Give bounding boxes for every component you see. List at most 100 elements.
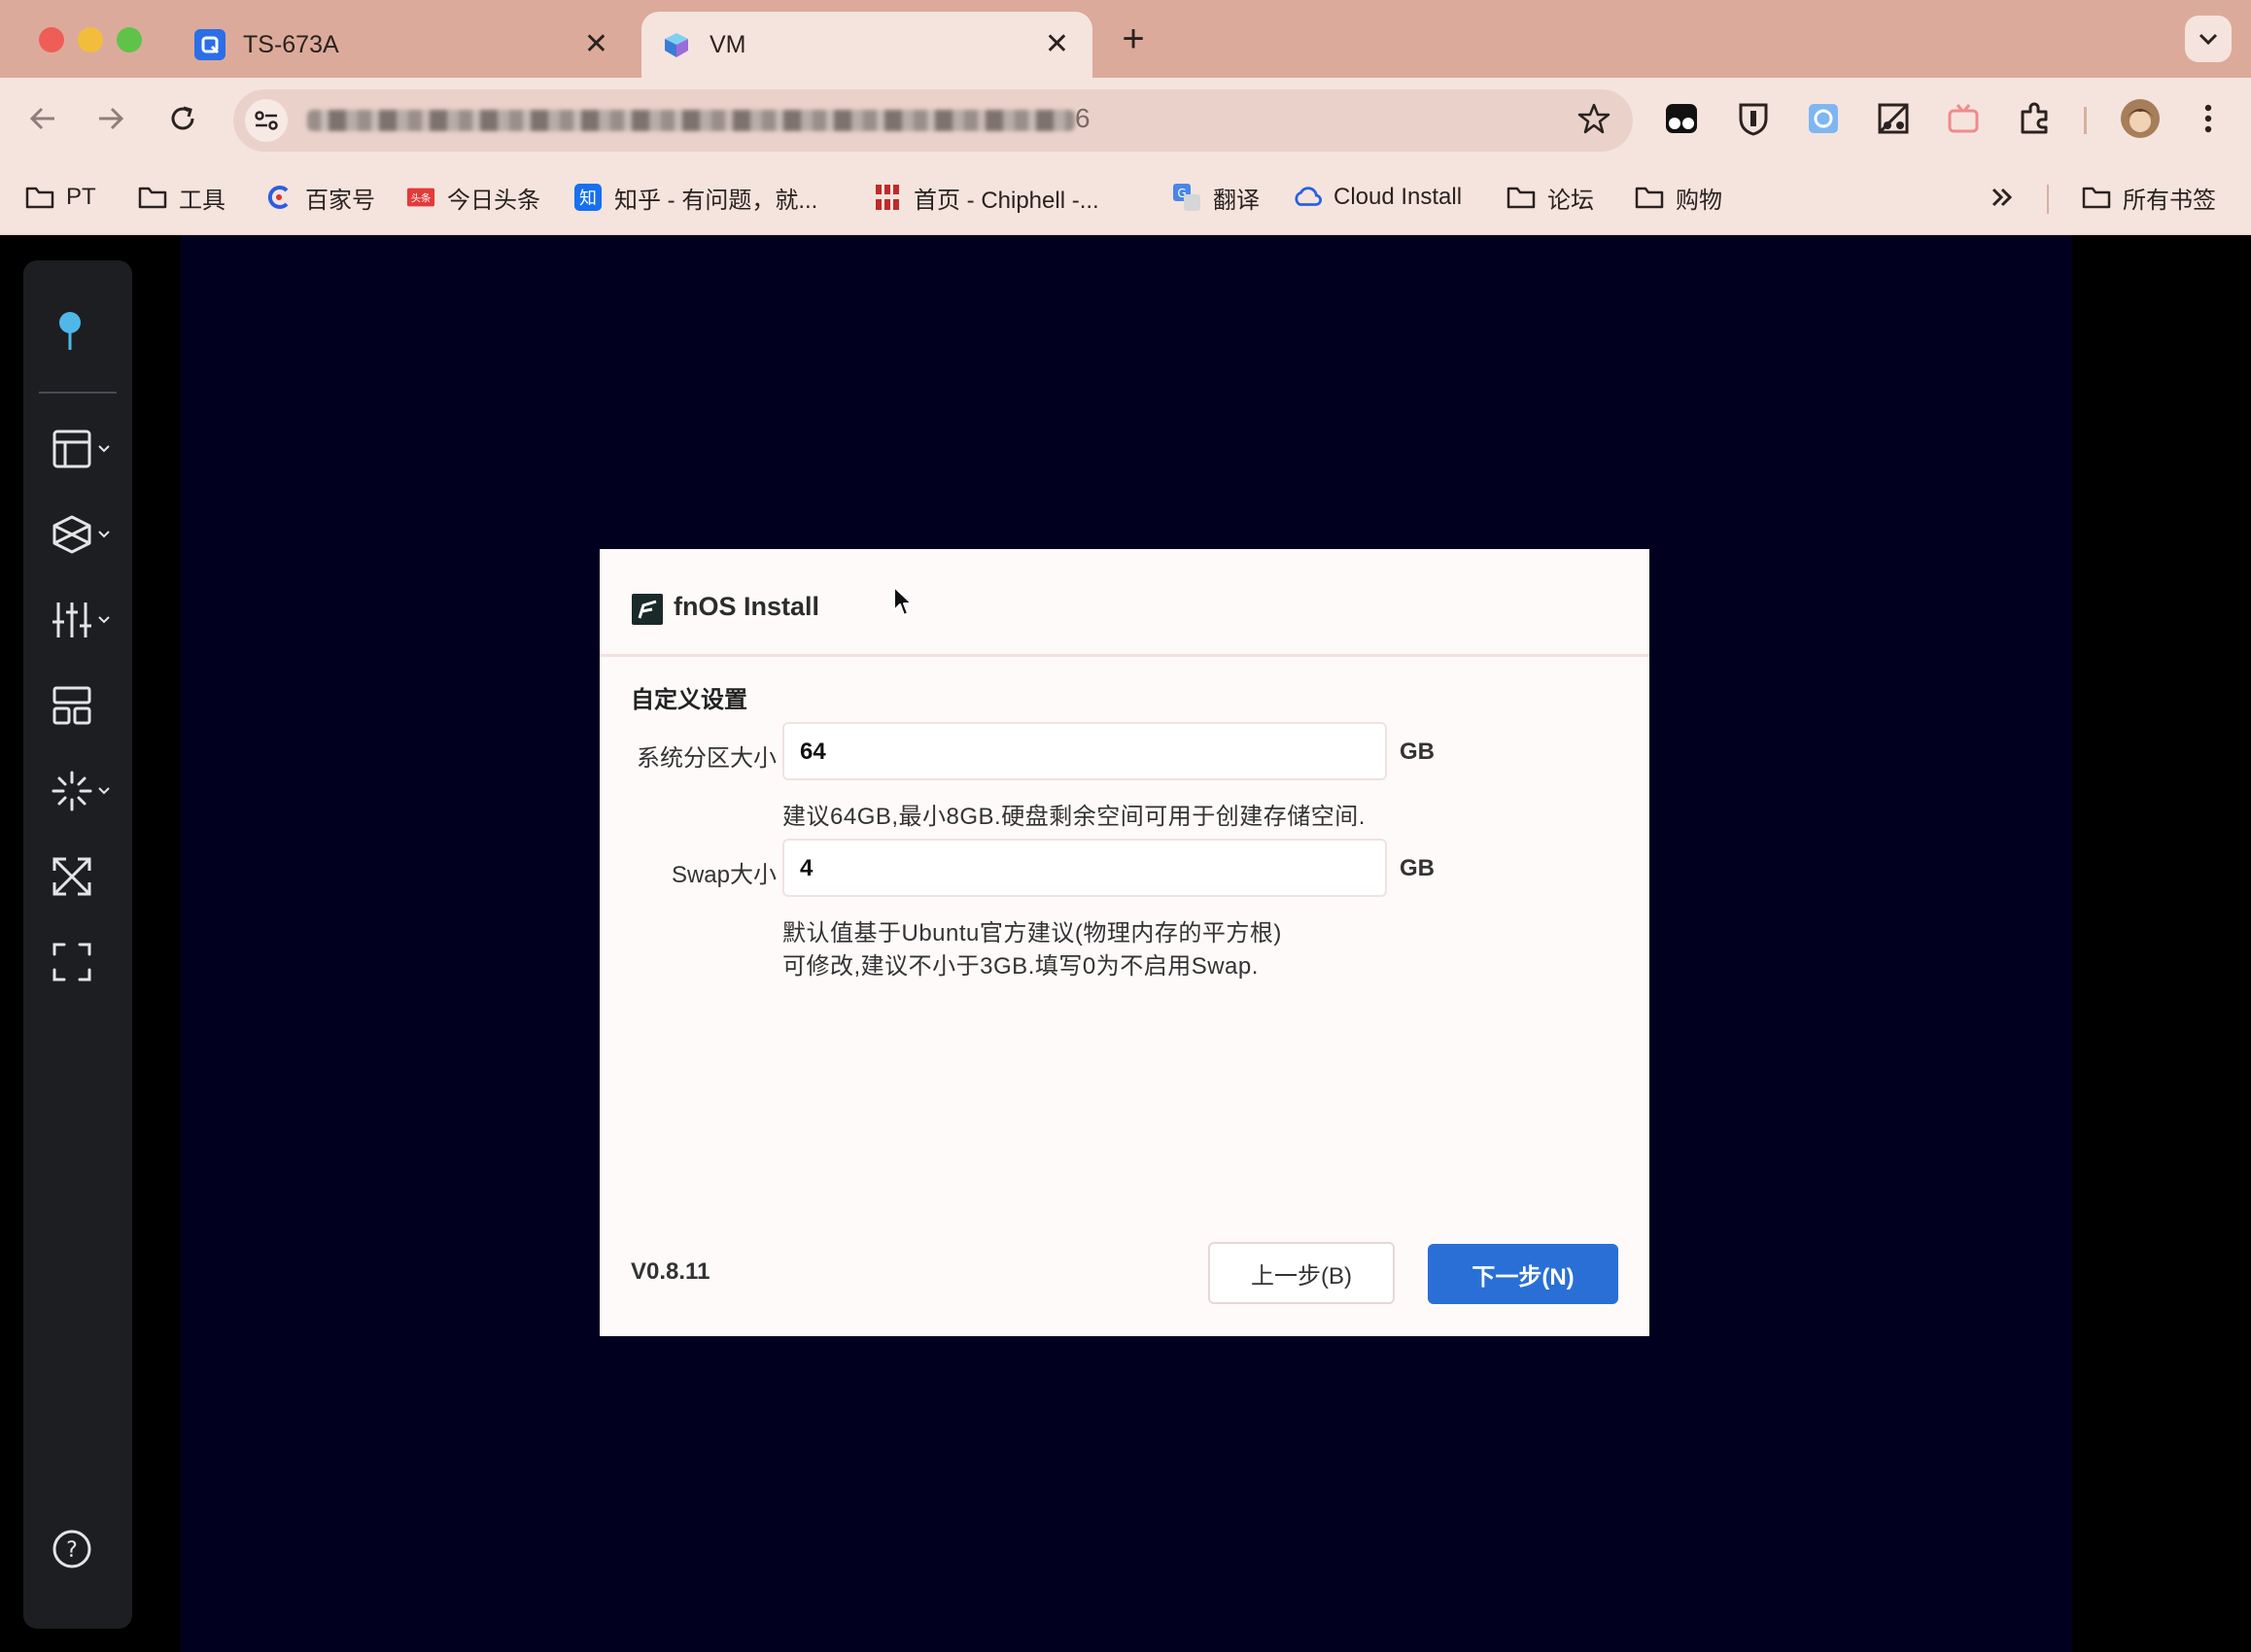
blurred-url [307,109,1075,131]
folder-icon [25,183,54,212]
bookmark-label: 知乎 - 有问题，就... [614,187,818,214]
window-minimize-button[interactable] [78,27,103,52]
grid-button[interactable] [51,678,119,733]
tab-title: VM [710,30,746,58]
bookmark-toutiao[interactable]: 头条 今日头条 [406,179,540,216]
cube-icon [52,515,91,554]
chevron-down-icon [98,787,110,795]
window-zoom-button[interactable] [117,27,142,52]
folder-icon [1506,183,1536,212]
zhihu-icon: 知 [573,183,603,212]
double-chevron-right-icon [1991,188,2013,207]
site-settings-icon[interactable] [245,99,288,142]
bookmark-baijiahao[interactable]: 百家号 [264,179,375,216]
svg-text:知: 知 [579,189,597,209]
forward-button[interactable] [89,97,132,140]
tab-vm[interactable]: VM ✕ [641,12,1092,78]
tab-search-button[interactable] [2185,16,2232,62]
arrow-right-icon [99,107,124,130]
bookmark-zhihu[interactable]: 知 知乎 - 有问题，就... [573,179,817,216]
tab-title: TS-673A [243,30,339,58]
fullscreen-button[interactable] [51,935,119,989]
extensions-puzzle-icon[interactable] [2016,99,2055,138]
profile-avatar[interactable] [2119,97,2162,140]
pin-button[interactable] [51,303,119,358]
translate-icon: G [1172,183,1201,212]
bookmark-label: 翻译 [1213,187,1260,214]
swap-unit: GB [1400,855,1435,881]
bookmark-folder-pt[interactable]: PT [25,179,96,216]
sidebar-divider [39,392,117,394]
layout-menu-button[interactable] [51,422,119,476]
bookmark-folder-tools[interactable]: 工具 [138,179,225,216]
browser-toolbar: 6 [0,78,2251,159]
window-close-button[interactable] [39,27,64,52]
bookmark-label: 今日头条 [447,187,540,214]
bookmarks-bar: PT 工具 百家号 头条 今日头条 知 知乎 - 有问题，就... 首页 - C… [0,159,2251,235]
browser-chrome: TS-673A ✕ VM ✕ + 6 PT 工具 百家号 头条 今日头条 知 知… [0,0,2251,235]
all-bookmarks-button[interactable]: 所有书签 [2082,179,2216,216]
swap-label: Swap大小 [671,862,777,888]
cloud-icon [1293,183,1322,212]
dialog-title: fnOS Install [674,592,820,621]
pin-icon [59,312,81,350]
bookmarks-separator [2047,185,2049,214]
next-step-button[interactable]: 下一步(N) [1428,1244,1618,1304]
bookmark-folder-shopping[interactable]: 购物 [1635,179,1722,216]
bookmark-translate[interactable]: G 翻译 [1172,179,1260,216]
help-icon: ? [52,1530,91,1568]
back-button[interactable] [21,97,64,140]
system-partition-input[interactable]: 64 [782,722,1387,780]
address-bar[interactable]: 6 [233,89,1633,152]
chevron-down-icon [98,616,110,624]
dialog-header: fnOS Install [600,549,1649,657]
reload-icon [171,106,194,130]
reload-button[interactable] [161,97,204,140]
chevron-down-icon [98,531,110,538]
svg-text:头条: 头条 [411,192,432,205]
menu-kebab-icon[interactable] [2189,99,2228,138]
bookmark-chiphell[interactable]: 首页 - Chiphell -... [873,179,1099,216]
extension-translate-icon[interactable] [1804,99,1843,138]
toutiao-icon: 头条 [406,183,435,212]
bookmark-label: 论坛 [1547,187,1594,214]
mouse-cursor-icon [893,586,913,616]
spinner-menu-button[interactable] [51,764,119,818]
bookmark-star-icon[interactable] [1576,101,1611,141]
tab-strip: TS-673A ✕ VM ✕ + [0,0,2251,78]
layout-icon [52,430,91,468]
extension-shield-icon[interactable] [1734,99,1773,138]
grid-icon [52,686,91,725]
help-button[interactable]: ? [51,1522,119,1576]
bookmark-label: 首页 - Chiphell -... [914,187,1099,214]
qnap-favicon-icon [194,29,225,60]
bookmark-cloud-install[interactable]: Cloud Install [1293,179,1462,216]
bookmark-label: 百家号 [305,187,375,214]
back-step-button[interactable]: 上一步(B) [1208,1242,1395,1304]
fullscreen-icon [52,943,91,981]
chiphell-icon [873,183,902,212]
extension-screenshot-icon[interactable] [1874,99,1913,138]
sliders-icon [52,602,91,637]
scale-button[interactable] [51,849,119,904]
system-partition-hint: 建议64GB,最小8GB.硬盘剩余空间可用于创建存储空间. [782,804,1366,830]
url-text: 6 [307,103,1091,134]
extension-tampermonkey-icon[interactable] [1662,99,1701,138]
tab-close-icon[interactable]: ✕ [1045,30,1069,59]
fnos-install-dialog: fnOS Install 自定义设置 系统分区大小 64 GB 建议64GB,最… [600,549,1649,1336]
tab-close-icon[interactable]: ✕ [584,30,608,59]
bookmark-folder-forum[interactable]: 论坛 [1506,179,1594,216]
new-tab-button[interactable]: + [1114,16,1153,62]
system-partition-label: 系统分区大小 [637,745,777,772]
bookmark-label: Cloud Install [1333,184,1463,210]
bookmarks-overflow-button[interactable] [1991,179,2014,216]
sliders-menu-button[interactable] [51,593,119,647]
tab-ts-673a[interactable]: TS-673A ✕ [175,12,632,78]
extension-tv-icon[interactable] [1944,99,1983,138]
swap-input[interactable]: 4 [782,839,1387,897]
folder-icon [2082,183,2111,212]
installer-version: V0.8.11 [631,1258,710,1285]
toolbar-separator [2084,107,2087,134]
vm-console-sidebar: ? [23,260,132,1629]
cube-menu-button[interactable] [51,507,119,562]
